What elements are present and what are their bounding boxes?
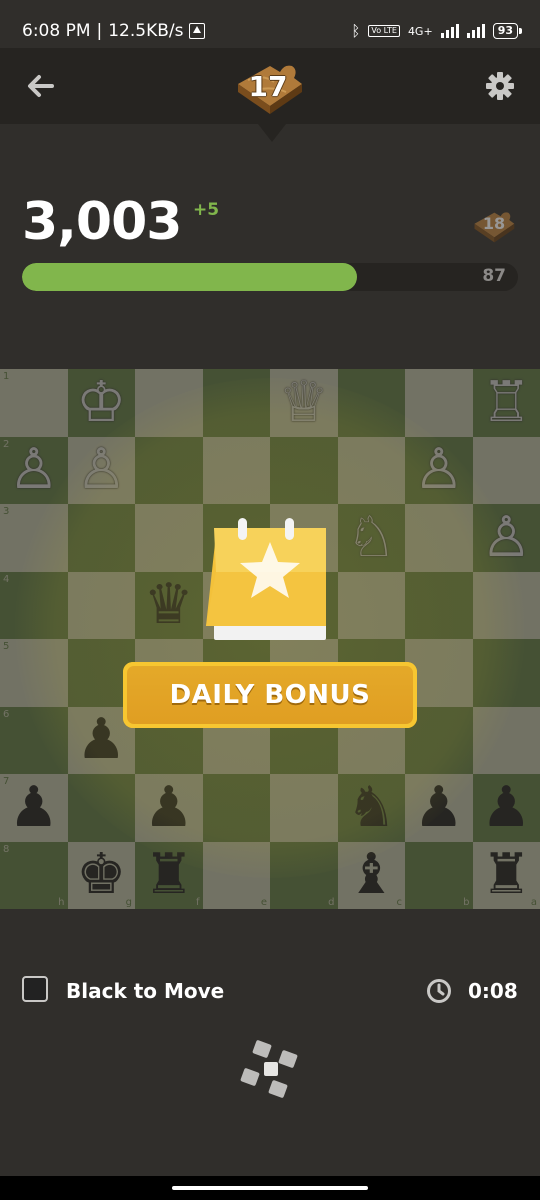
volte-icon: Vo LTE (368, 25, 400, 37)
top-bar: 17 (0, 48, 540, 124)
status-right: ᛒ Vo LTE 4G+ 93 (351, 22, 523, 40)
calendar-star-icon (202, 514, 338, 644)
next-level-badge: 18 (472, 204, 518, 246)
settings-button[interactable] (482, 68, 518, 104)
puzzle-rating: 3,003 (22, 192, 182, 252)
arrow-left-icon (28, 75, 54, 97)
rating-delta: +5 (193, 200, 220, 220)
status-speed: 12.5KB/s (108, 21, 184, 41)
puzzle-level-badge: 17 (234, 54, 308, 118)
rating-progress-fill (22, 263, 357, 291)
status-left: 6:08 PM | 12.5KB/s (22, 21, 206, 41)
bluetooth-icon: ᛒ (351, 22, 361, 40)
puzzle-level-number: 17 (248, 70, 288, 103)
home-indicator[interactable] (172, 1186, 368, 1190)
progress-remaining: 87 (482, 266, 506, 286)
back-button[interactable] (22, 68, 58, 104)
clock-icon (426, 978, 452, 1004)
gear-icon (486, 72, 514, 100)
next-level-number: 18 (482, 214, 506, 233)
loading-icon (238, 1040, 302, 1100)
daily-bonus-label: DAILY BONUS (169, 680, 371, 710)
puzzle-timer: 0:08 (468, 979, 518, 1003)
daily-bonus-button[interactable]: DAILY BONUS (123, 662, 417, 728)
signal-icon-2 (466, 24, 485, 38)
status-time: 6:08 PM (22, 21, 91, 41)
turn-label: Black to Move (66, 979, 225, 1003)
battery-icon: 93 (492, 23, 523, 39)
rating-progress-bar: 87 (22, 263, 518, 291)
turn-indicator-square (22, 976, 48, 1002)
signal-icon (440, 24, 459, 38)
network-type: 4G+ (407, 24, 433, 38)
upload-icon (189, 23, 206, 39)
status-separator: | (96, 21, 103, 41)
badge-notch (258, 124, 286, 142)
